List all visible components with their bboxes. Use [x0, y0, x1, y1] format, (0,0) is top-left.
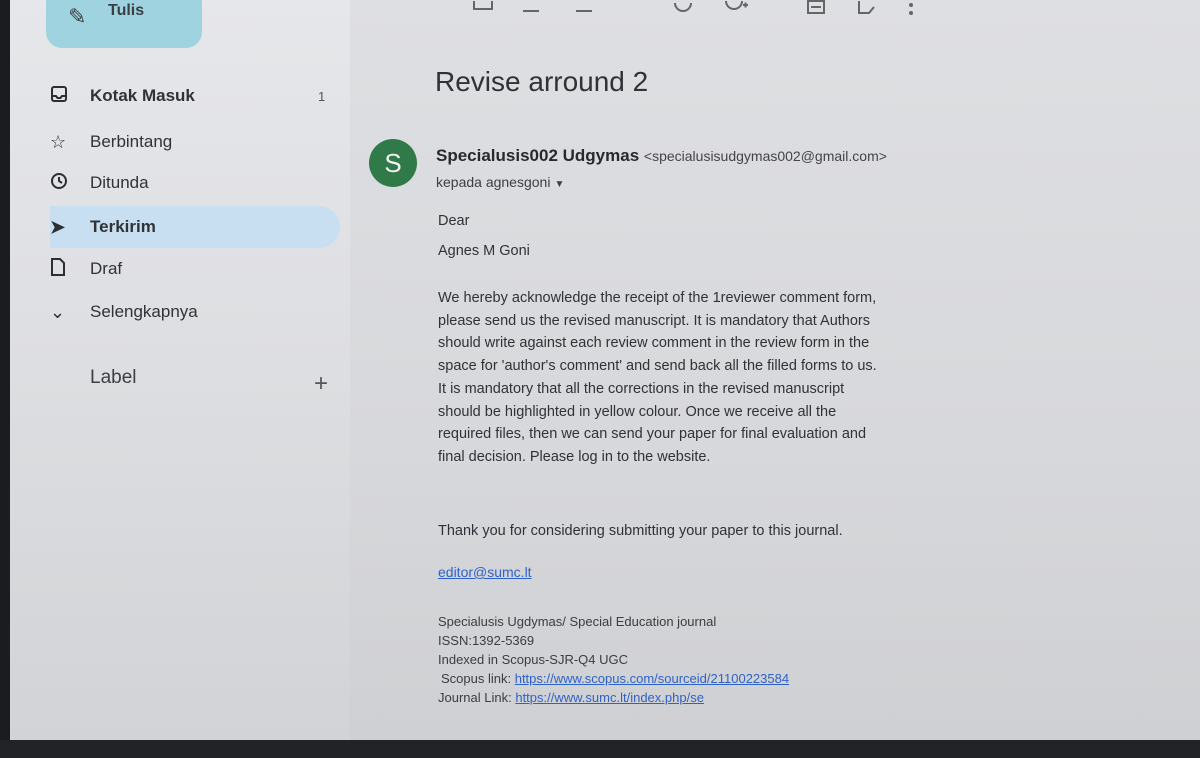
scopus-link[interactable]: https://www.scopus.com/sourceid/21100223… [515, 671, 789, 686]
label-icon[interactable] [857, 0, 877, 21]
compose-label: Tulis [108, 2, 145, 19]
thanks-line: Thank you for considering submitting you… [438, 523, 843, 539]
signature-issn: ISSN:1392-5369 [438, 633, 535, 648]
sender-line: Specialusis002 Udgymas <specialusisudgym… [436, 146, 887, 166]
snooze-icon[interactable] [672, 0, 694, 21]
body-line: final decision. Please log in to the web… [438, 448, 711, 465]
chevron-down-icon: ⌄ [50, 301, 66, 322]
journal-link[interactable]: https://www.sumc.lt/index.php/se [515, 690, 704, 705]
signature-journal: Specialusis Ugdymas/ Special Education j… [438, 614, 717, 629]
recipient-line[interactable]: kepada agnesgoni ▼ [436, 174, 564, 190]
inbox-icon [50, 85, 90, 108]
avatar[interactable]: S [369, 139, 417, 187]
unread-count: 1 [318, 88, 326, 104]
screen-bezel-bottom [0, 740, 1200, 758]
recipient-text: kepada agnesgoni [436, 174, 551, 190]
star-icon: ☆ [50, 131, 67, 152]
sidebar-item-label: Draf [90, 259, 123, 278]
sidebar-item-label: Ditunda [90, 173, 149, 192]
signature-journal-row: Journal Link: https://www.sumc.lt/index.… [438, 688, 789, 707]
email-subject: Revise arround 2 [435, 66, 649, 97]
screen-bezel-left [0, 0, 10, 758]
compose-button[interactable]: ✎ Tulis [46, 0, 202, 48]
email-body-paragraph: We hereby acknowledge the receipt of the… [438, 287, 918, 469]
body-line: space for 'author's comment' and send ba… [438, 358, 877, 375]
report-icon[interactable] [520, 0, 542, 21]
sidebar-item-drafts[interactable]: Draf [50, 249, 340, 289]
signature-indexed: Indexed in Scopus-SJR-Q4 UGC [438, 652, 629, 667]
sidebar-item-snoozed[interactable]: Ditunda [50, 163, 340, 203]
sidebar: ✎ Tulis Kotak Masuk 1 ☆ Berbintang Ditun… [10, 0, 350, 740]
delete-icon[interactable] [573, 0, 595, 21]
editor-email-link[interactable]: editor@sumc.lt [438, 564, 532, 580]
send-icon: ➤ [50, 216, 66, 237]
sidebar-item-inbox[interactable]: Kotak Masuk 1 [50, 76, 340, 116]
body-line: should be highlighted in yellow colour. … [438, 403, 837, 420]
greeting-line: Dear [438, 213, 470, 229]
sender-email: <specialusisudgymas002@gmail.com> [643, 148, 887, 164]
signature-scopus-row: Scopus link: https://www.scopus.com/sour… [441, 669, 789, 688]
body-line: should write against each review comment… [438, 335, 870, 352]
pencil-icon: ✎ [68, 4, 87, 29]
recipient-name: Agnes M Goni [438, 243, 530, 259]
body-line: It is mandatory that all the corrections… [438, 380, 845, 397]
sidebar-item-label: Selengkapnya [90, 302, 198, 321]
plus-icon[interactable]: + [314, 370, 328, 398]
sidebar-item-starred[interactable]: ☆ Berbintang [50, 122, 340, 162]
more-vert-icon[interactable] [908, 0, 914, 24]
avatar-letter: S [384, 147, 402, 178]
sidebar-item-label: Berbintang [90, 132, 173, 151]
signature-block: Specialusis Ugdymas/ Special Education j… [438, 612, 789, 707]
move-to-icon[interactable] [806, 0, 826, 21]
sidebar-item-more[interactable]: ⌄ Selengkapnya [50, 292, 340, 332]
chevron-down-icon[interactable]: ▼ [554, 179, 564, 190]
add-task-icon[interactable] [723, 0, 749, 21]
sidebar-item-label: Terkirim [90, 217, 156, 236]
labels-header: Label [90, 367, 137, 388]
file-icon [50, 257, 90, 281]
sidebar-item-sent[interactable]: ➤ Terkirim [50, 206, 340, 248]
journal-label: Journal Link: [438, 690, 512, 705]
body-line: required files, then we can send your pa… [438, 426, 867, 443]
body-line: please send us the revised manuscript. I… [438, 312, 871, 329]
archive-icon[interactable] [472, 0, 494, 21]
scopus-label: Scopus link: [441, 671, 512, 686]
body-line: We hereby acknowledge the receipt of the… [438, 290, 877, 306]
sidebar-item-label: Kotak Masuk [90, 86, 195, 105]
sender-name: Specialusis002 Udgymas [436, 146, 640, 165]
clock-icon [50, 172, 90, 195]
